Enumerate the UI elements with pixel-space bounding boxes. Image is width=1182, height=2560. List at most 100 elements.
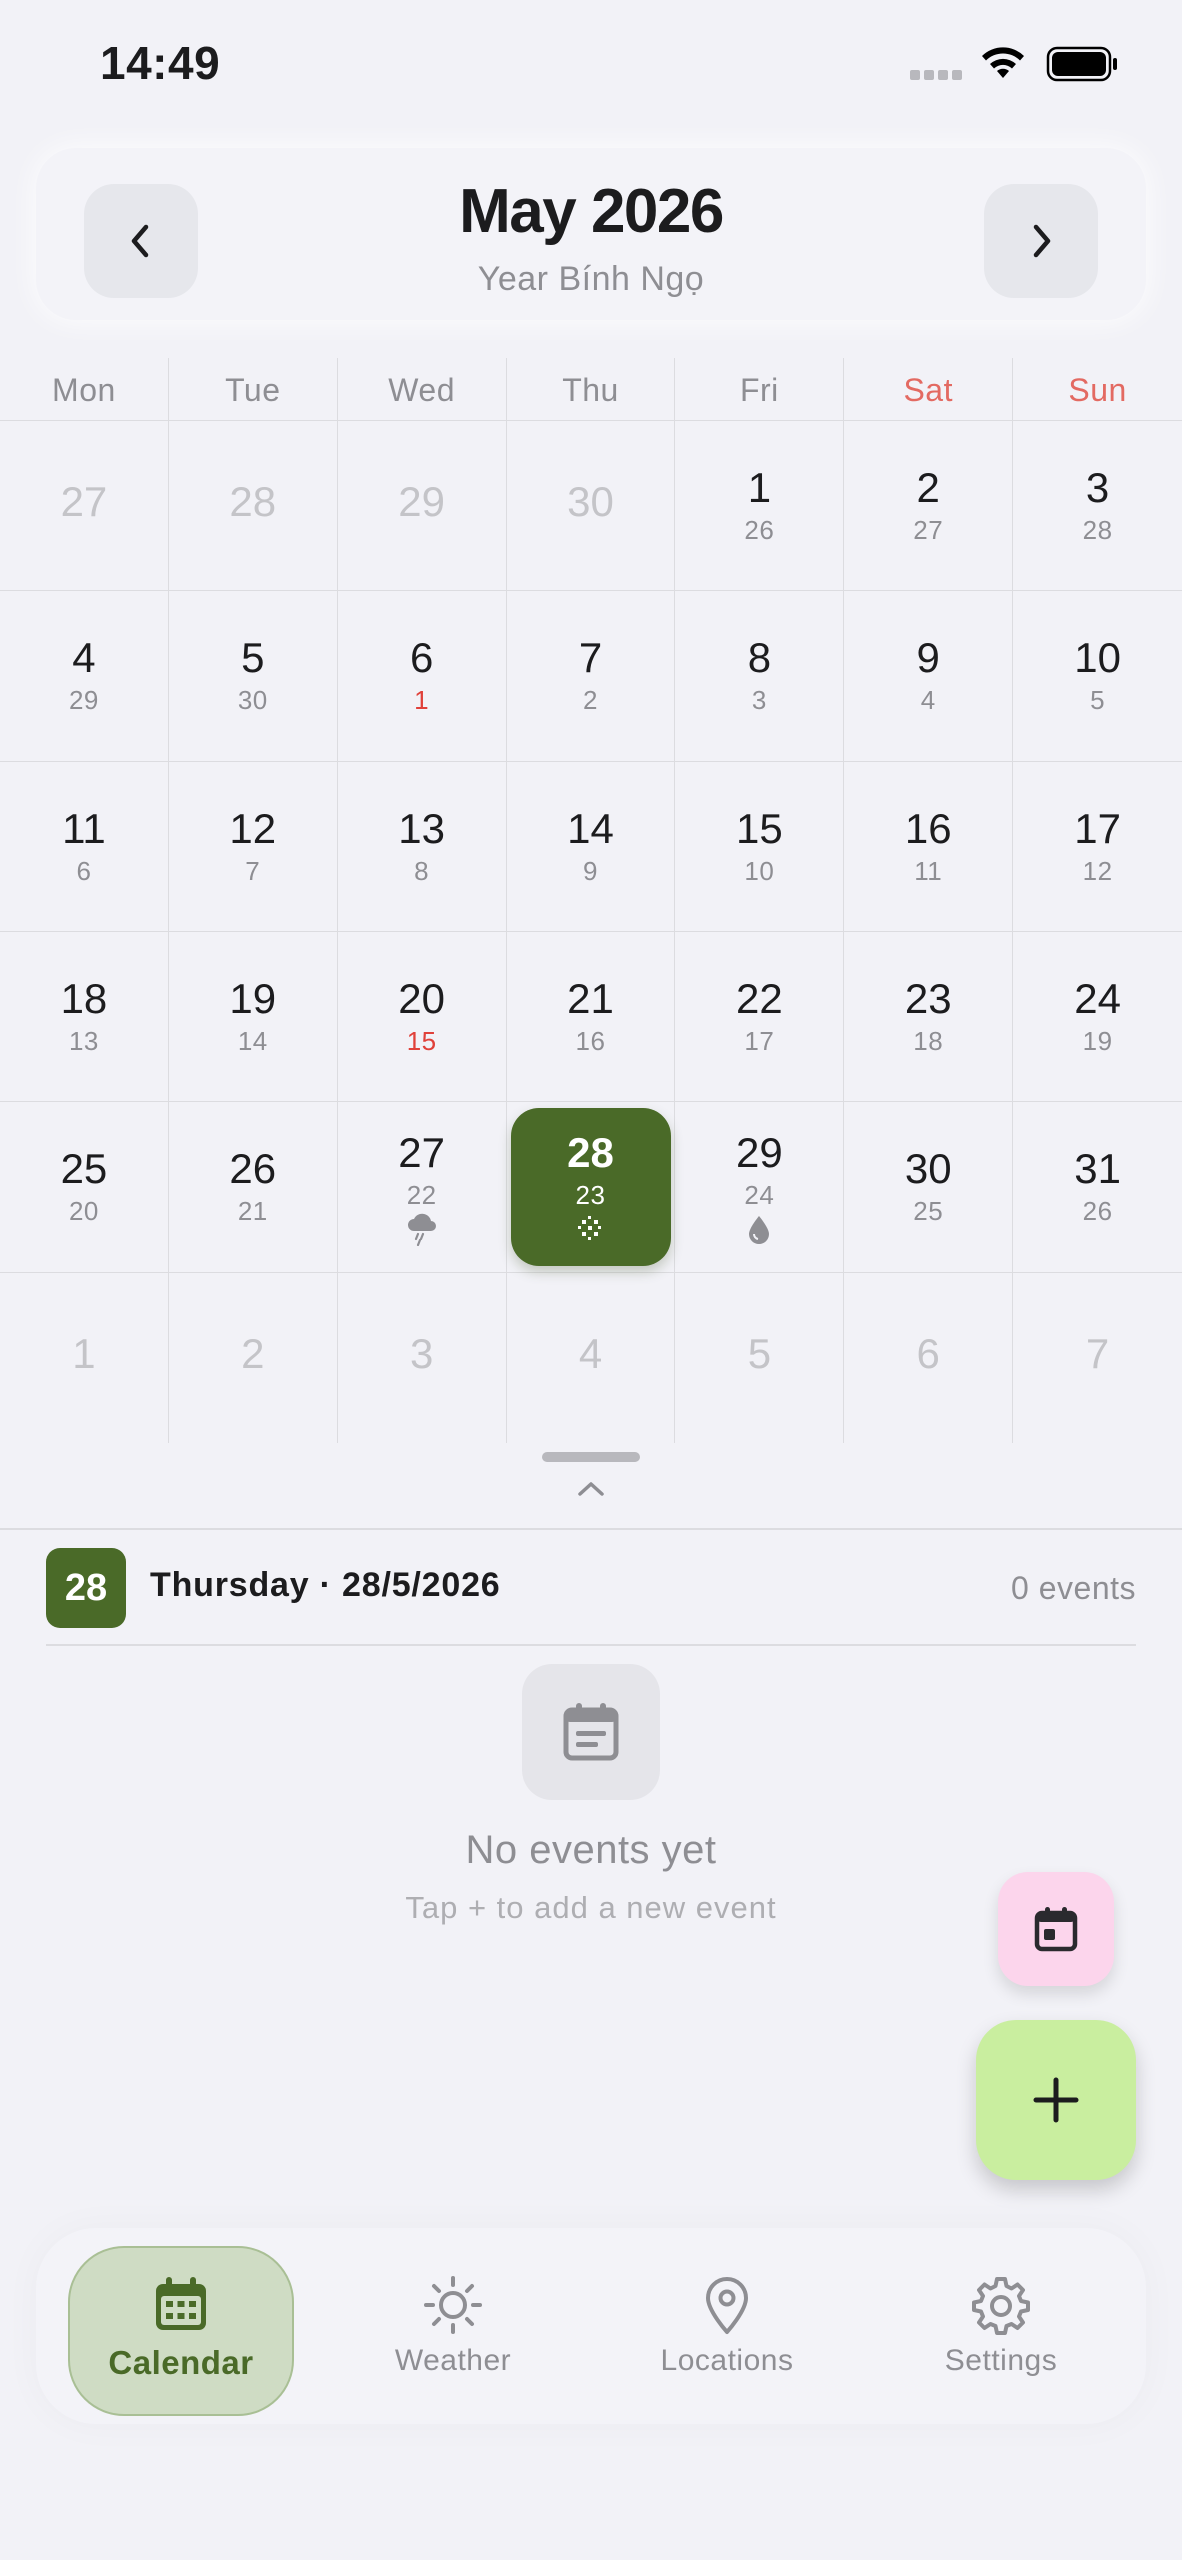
day-cell[interactable]: 3 28 <box>1013 421 1182 590</box>
day-number: 31 <box>1074 1145 1121 1193</box>
day-cell-outside-month[interactable]: 28 <box>169 421 338 591</box>
day-cell[interactable]: 24 19 <box>1013 932 1182 1101</box>
day-number: 28 <box>229 478 277 525</box>
day-cell[interactable]: 16 11 <box>844 761 1014 931</box>
lunar-day-number: 13 <box>68 1025 99 1056</box>
day-number: 3 <box>1085 464 1110 511</box>
day-cell-outside-month[interactable]: 3 <box>338 1272 507 1443</box>
day-cell[interactable]: 22 17 <box>675 931 845 1102</box>
day-cell[interactable]: 11 6 <box>0 761 169 931</box>
nav-locations[interactable]: Locations <box>612 2228 842 2424</box>
lunar-day-number: 11 <box>914 855 943 886</box>
day-cell[interactable]: 4 29 <box>0 591 169 761</box>
lunar-day-number: 14 <box>237 1025 268 1056</box>
day-cell[interactable]: 23 18 <box>844 931 1014 1102</box>
day-number: 28 <box>567 1129 614 1177</box>
day-cell[interactable]: 2 27 <box>844 421 1014 591</box>
day-number: 30 <box>567 478 614 525</box>
day-cell-selected[interactable]: 28 23 <box>507 1102 676 1272</box>
day-cell[interactable]: 26 21 <box>169 1102 338 1272</box>
day-cell[interactable]: 13 8 <box>338 761 507 931</box>
day-cell[interactable]: 20 15 <box>338 931 507 1102</box>
day-cell-outside-month[interactable]: 6 <box>844 1272 1014 1443</box>
month-title[interactable]: May 2026 <box>36 176 1146 247</box>
day-cell-outside-month[interactable]: 29 <box>338 421 507 591</box>
nav-label-weather: Weather <box>394 2344 512 2377</box>
nav-calendar[interactable]: Calendar <box>68 2246 294 2416</box>
go-to-today-button[interactable] <box>998 1872 1114 1986</box>
lunar-day-number: 30 <box>237 685 268 716</box>
day-cell-outside-month[interactable]: 30 <box>507 421 676 591</box>
day-number: 12 <box>229 804 277 852</box>
calendar-icon <box>156 2277 206 2330</box>
day-cell[interactable]: 5 30 <box>169 591 338 761</box>
day-cell-outside-month[interactable]: 5 <box>675 1272 845 1443</box>
day-cell[interactable]: 21 16 <box>507 931 676 1102</box>
battery-icon <box>1046 46 1117 82</box>
day-cell[interactable]: 1 26 <box>675 421 845 591</box>
day-cell[interactable]: 12 7 <box>169 761 338 931</box>
chevron-up-icon[interactable] <box>574 1476 608 1500</box>
bottom-navigation: Calendar Weather Locations Settings <box>36 2228 1146 2424</box>
nav-label-calendar: Calendar <box>108 2344 254 2381</box>
day-number: 5 <box>241 634 265 682</box>
drag-handle[interactable] <box>542 1452 640 1462</box>
day-cell[interactable]: 10 5 <box>1013 591 1182 760</box>
day-cell[interactable]: 30 25 <box>844 1102 1014 1272</box>
lunar-day-number: 21 <box>237 1196 268 1227</box>
snow-icon <box>574 1212 608 1246</box>
add-event-button[interactable] <box>976 2020 1136 2180</box>
day-cell-outside-month[interactable]: 27 <box>0 421 169 591</box>
weekday-label: Tue <box>169 358 338 420</box>
status-bar: 14:49 <box>0 0 1182 130</box>
nav-label-locations: Locations <box>660 2344 794 2377</box>
week-row: 18 13 19 14 20 15 21 16 22 17 23 18 24 19 <box>0 931 1182 1103</box>
week-row: 11 6 12 7 13 8 14 9 15 10 16 11 17 12 <box>0 761 1182 932</box>
lunar-day-number: 19 <box>1082 1025 1113 1056</box>
nav-settings[interactable]: Settings <box>886 2228 1116 2424</box>
day-cell-outside-month[interactable]: 1 <box>0 1272 169 1443</box>
empty-state-icon-container <box>522 1664 660 1800</box>
location-pin-icon <box>706 2277 748 2334</box>
week-row: 4 29 5 30 6 1 7 2 8 3 9 4 10 5 <box>0 591 1182 762</box>
day-cell[interactable]: 83 <box>675 591 845 761</box>
day-number: 2 <box>916 464 940 511</box>
day-cell[interactable]: 18 13 <box>0 931 169 1102</box>
status-time: 14:49 <box>100 37 221 89</box>
day-number: 6 <box>916 1329 940 1377</box>
day-cell[interactable]: 19 14 <box>169 931 338 1102</box>
day-number: 2 <box>241 1329 265 1377</box>
chevron-right-icon <box>1033 224 1051 258</box>
lunar-day-number: 18 <box>913 1025 944 1056</box>
day-cell[interactable]: 72 <box>507 591 676 761</box>
lunar-day-number: 17 <box>744 1025 775 1056</box>
day-number: 3 <box>409 1329 434 1377</box>
week-row: 25 20 26 21 27 22 28 23 29 24 30 25 31 26 <box>0 1102 1182 1273</box>
nav-weather[interactable]: Weather <box>338 2228 568 2424</box>
day-cell[interactable]: 94 <box>844 591 1014 761</box>
week-row: 1 2 3 4 5 6 7 <box>0 1272 1182 1443</box>
next-month-button[interactable] <box>984 184 1098 298</box>
day-cell-outside-month[interactable]: 2 <box>169 1272 338 1443</box>
day-number: 14 <box>567 804 614 852</box>
day-cell[interactable]: 29 24 <box>675 1102 845 1272</box>
day-cell[interactable]: 14 9 <box>507 761 676 931</box>
day-number: 29 <box>398 478 445 525</box>
day-cell[interactable]: 61 <box>338 591 507 761</box>
day-cell-outside-month[interactable]: 4 <box>507 1272 676 1443</box>
day-cell-outside-month[interactable]: 7 <box>1013 1273 1182 1443</box>
day-cell[interactable]: 27 22 <box>338 1102 507 1272</box>
selected-date-badge: 28 <box>46 1548 126 1628</box>
day-cell[interactable]: 15 10 <box>675 761 845 931</box>
day-cell[interactable]: 17 12 <box>1013 762 1182 931</box>
events-divider <box>46 1644 1136 1646</box>
lunar-year-subtitle: Year Bính Ngọ <box>477 260 705 298</box>
weekday-label: Wed <box>338 358 507 420</box>
weekday-header: Mon Tue Wed Thu Fri Sat Sun <box>0 358 1182 420</box>
weekday-label: Fri <box>675 358 845 420</box>
day-cell[interactable]: 25 20 <box>0 1102 169 1272</box>
calendar-grid: 27 28 29 30 1 26 2 27 3 28 4 29 5 30 6 1 7 2 8 3 9 4 10 5 11 6 12 7… <box>0 420 1182 1443</box>
day-cell[interactable]: 31 26 <box>1013 1102 1182 1271</box>
day-number: 8 <box>747 634 772 682</box>
day-number: 13 <box>398 804 445 852</box>
